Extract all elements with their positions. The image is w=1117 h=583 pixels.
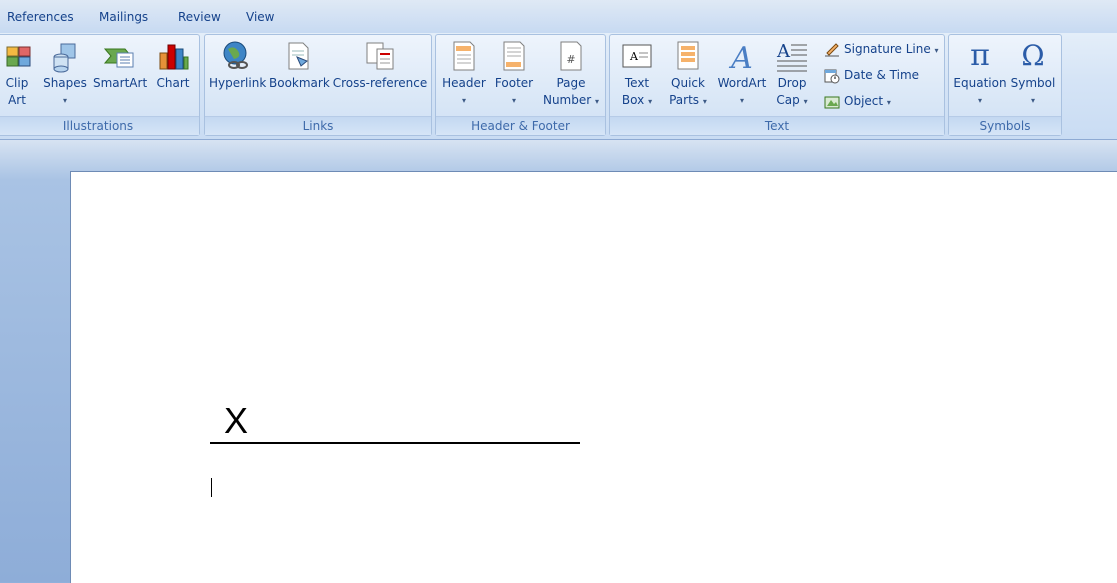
object-button[interactable]: Object ▾ [824,91,891,111]
tab-mailings[interactable]: Mailings [99,10,148,24]
clip-art-button[interactable]: Clip Art [3,39,31,109]
hyperlink-button[interactable]: Hyperlink [209,39,266,92]
chevron-down-icon: ▾ [511,96,516,105]
chevron-down-icon: ▾ [886,98,891,107]
shapes-icon [48,39,82,73]
footer-icon [497,39,531,73]
chevron-down-icon: ▾ [1030,96,1035,105]
svg-text:A: A [776,41,791,62]
quick-parts-button[interactable]: Quick Parts ▾ [666,39,710,110]
tab-view[interactable]: View [246,10,274,24]
tab-references[interactable]: References [7,10,74,24]
page-number-button[interactable]: # Page Number ▾ [540,39,602,110]
chevron-down-icon: ▾ [461,96,466,105]
ribbon: Clip Art Shapes ▾ SmartArt Chart Illustr… [0,33,1117,140]
chevron-down-icon: ▾ [977,96,982,105]
svg-text:A: A [728,41,753,73]
text-cursor [211,478,212,497]
group-illustrations: Clip Art Shapes ▾ SmartArt Chart Illustr… [0,34,200,136]
wordart-icon: A [725,39,759,76]
hyperlink-icon [220,39,254,73]
header-icon [447,39,481,73]
chevron-down-icon: ▾ [648,97,653,106]
text-box-button[interactable]: A Text Box ▾ [614,39,660,110]
group-label-links: Links [205,116,431,135]
omega-icon: Ω [1021,39,1045,72]
chevron-down-icon: ▾ [934,46,939,55]
chevron-down-icon: ▾ [739,96,744,105]
bookmark-button[interactable]: Bookmark [269,39,330,92]
drop-cap-button[interactable]: A Drop Cap ▾ [770,39,814,110]
group-label-header-footer: Header & Footer [436,116,605,135]
smartart-icon [103,39,137,73]
signature-line-button[interactable]: Signature Line ▾ [824,39,939,59]
header-button[interactable]: Header ▾ [440,39,488,109]
cross-reference-button[interactable]: Cross-reference [331,39,429,92]
quick-parts-icon [671,39,705,73]
cross-reference-icon [363,39,397,73]
chevron-down-icon: ▾ [702,97,707,106]
ribbon-tab-bar: References Mailings Review View [0,0,1117,34]
tab-review[interactable]: Review [178,10,221,24]
symbol-button[interactable]: Ω Symbol ▾ [1009,39,1057,109]
chevron-down-icon: ▾ [62,96,67,105]
chevron-down-icon: ▾ [803,97,808,106]
group-text: A Text Box ▾ Quick Parts ▾ A WordArt ▾ A… [609,34,945,136]
group-header-footer: Header ▾ Footer ▾ # Page Number ▾ Header… [435,34,606,136]
document-page[interactable]: X [70,171,1117,583]
group-label-symbols: Symbols [949,116,1061,135]
clip-art-icon [3,39,37,73]
shapes-button[interactable]: Shapes ▾ [41,39,89,109]
pi-icon: π [970,38,990,73]
smartart-button[interactable]: SmartArt [93,39,147,92]
page-number-icon: # [554,39,588,73]
bookmark-icon [281,39,315,73]
drop-cap-icon: A [775,39,809,73]
signature-line-icon [824,42,840,58]
wordart-button[interactable]: A WordArt ▾ [714,39,770,109]
signature-line[interactable] [210,442,580,444]
calendar-clock-icon [824,68,840,84]
group-symbols: π Equation ▾ Ω Symbol ▾ Symbols [948,34,1062,136]
footer-button[interactable]: Footer ▾ [490,39,538,109]
svg-text:A: A [629,50,639,63]
group-links: Hyperlink Bookmark Cross-reference Links [204,34,432,136]
group-label-illustrations: Illustrations [0,116,199,135]
chevron-down-icon: ▾ [595,97,600,106]
date-time-button[interactable]: Date & Time [824,65,919,85]
text-box-icon: A [620,39,654,73]
equation-button[interactable]: π Equation ▾ [952,39,1008,109]
signature-x-mark: X [224,400,249,441]
svg-text:#: # [566,53,575,66]
group-label-text: Text [610,116,944,135]
object-icon [824,94,840,110]
chart-button[interactable]: Chart [155,39,191,92]
chart-icon [156,39,190,73]
